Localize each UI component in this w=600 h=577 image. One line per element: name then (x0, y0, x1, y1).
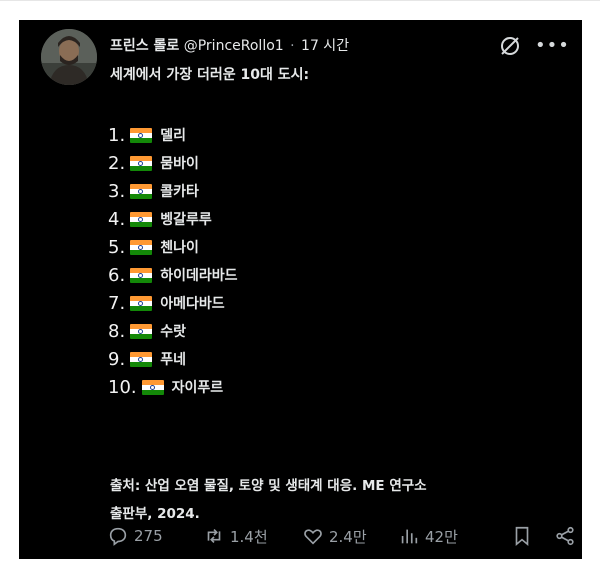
source-line: 출판부, 2024. (110, 506, 200, 522)
india-flag-icon (130, 211, 153, 227)
list-item: 9. 푸네 (108, 345, 237, 373)
rank-number: 9. (108, 348, 126, 370)
city-name: 하이데라바드 (160, 268, 238, 284)
india-flag-icon (130, 295, 153, 311)
bookmark-button[interactable] (511, 525, 533, 547)
city-name: 아메다바드 (160, 296, 225, 312)
list-item: 4. 벵갈루루 (108, 205, 237, 233)
list-item: 5. 첸나이 (108, 233, 237, 261)
views-button[interactable]: 42만 (398, 525, 458, 547)
rank-number: 6. (108, 264, 126, 286)
india-flag-icon (130, 239, 153, 255)
repost-icon (207, 528, 221, 544)
rank-number: 7. (108, 292, 126, 314)
source-line: 출처: 산업 오염 물질, 토양 및 생태계 대응. ME 연구소 (110, 478, 427, 494)
like-button[interactable]: 2.4만 (302, 525, 367, 547)
view-count: 42만 (425, 527, 458, 546)
list-item: 7. 아메다바드 (108, 289, 237, 317)
author-name[interactable]: 프린스 롤로 (110, 38, 179, 54)
more-options-icon[interactable]: ••• (535, 34, 569, 58)
city-name: 벵갈루루 (160, 212, 212, 228)
list-item: 2. 뭄바이 (108, 149, 237, 177)
post-header: 프린스 롤로 @PrinceRollo1 · 17 시간 (110, 35, 349, 55)
india-flag-icon (130, 183, 153, 199)
heart-icon (304, 529, 322, 545)
city-name: 델리 (160, 128, 186, 144)
screenshot-frame: 프린스 롤로 @PrinceRollo1 · 17 시간 ••• 세계에서 가장… (0, 0, 600, 577)
list-item: 3. 콜카타 (108, 177, 237, 205)
rank-number: 2. (108, 152, 126, 174)
grok-icon[interactable] (498, 34, 522, 58)
separator-dot: · (290, 38, 295, 54)
city-name: 콜카타 (160, 184, 199, 200)
post-headline: 세계에서 가장 더러운 10대 도시: (110, 67, 310, 83)
city-name: 뭄바이 (160, 156, 199, 172)
city-name: 수랏 (160, 324, 186, 340)
city-name: 첸나이 (160, 240, 199, 256)
india-flag-icon (130, 127, 153, 143)
reply-count: 275 (134, 527, 163, 545)
city-name: 자이푸르 (171, 380, 224, 396)
bookmark-icon (515, 526, 529, 547)
share-icon (556, 526, 574, 546)
reply-icon (109, 527, 127, 546)
city-list: 1. 델리 2. 뭄바이 3. 콜카타 4. 벵갈루루 5. 첸나이 6. 하이… (108, 121, 237, 401)
india-flag-icon (130, 155, 153, 171)
rank-number: 3. (108, 180, 126, 202)
city-name: 푸네 (160, 352, 186, 368)
rank-number: 8. (108, 320, 126, 342)
list-item: 6. 하이데라바드 (108, 261, 237, 289)
post-time[interactable]: 17 시간 (301, 38, 349, 54)
post-body: 세계에서 가장 더러운 10대 도시: 1. 델리 2. 뭄바이 3. 콜카타 (108, 64, 560, 522)
list-item: 1. 델리 (108, 121, 237, 149)
share-button[interactable] (554, 525, 576, 547)
post-card[interactable]: 프린스 롤로 @PrinceRollo1 · 17 시간 ••• 세계에서 가장… (19, 20, 582, 559)
author-handle[interactable]: @PrinceRollo1 (184, 38, 284, 54)
avatar[interactable] (41, 29, 97, 85)
like-count: 2.4만 (329, 527, 367, 546)
views-chart-icon (401, 529, 418, 544)
action-bar: 275 1.4천 2.4만 42만 (107, 525, 577, 551)
rank-number: 1. (108, 124, 126, 146)
india-flag-icon (141, 379, 164, 395)
repost-button[interactable]: 1.4천 (203, 525, 268, 547)
source-citation: 출처: 산업 오염 물질, 토양 및 생태계 대응. ME 연구소 출판부, 2… (110, 472, 427, 528)
india-flag-icon (130, 351, 153, 367)
rank-number: 5. (108, 236, 126, 258)
list-item: 8. 수랏 (108, 317, 237, 345)
reply-button[interactable]: 275 (107, 525, 163, 547)
rank-number: 10. (108, 376, 137, 398)
list-item: 10. 자이푸르 (108, 373, 237, 401)
india-flag-icon (130, 323, 153, 339)
rank-number: 4. (108, 208, 126, 230)
repost-count: 1.4천 (230, 527, 268, 546)
india-flag-icon (130, 267, 153, 283)
